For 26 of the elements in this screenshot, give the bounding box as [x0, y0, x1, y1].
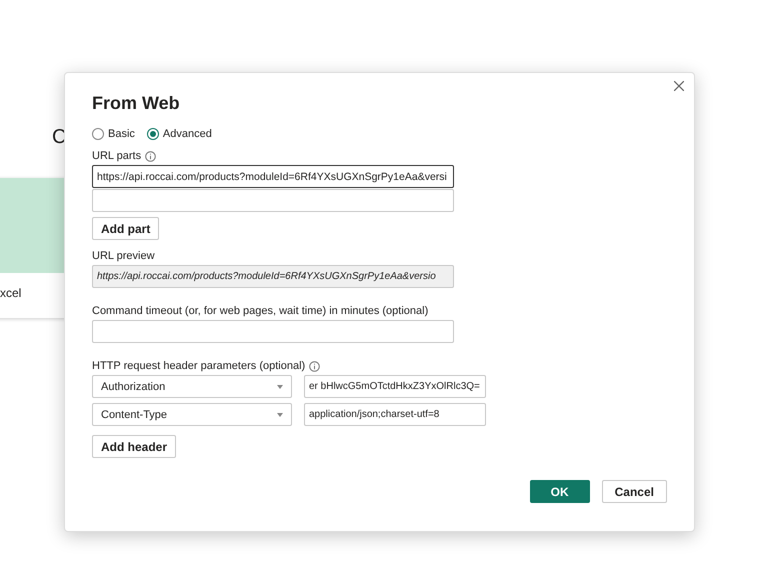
caret-icon: [277, 412, 283, 416]
info-icon: [145, 150, 156, 162]
url-part-field[interactable]: [92, 189, 454, 212]
dialog-title: From Web: [92, 93, 180, 114]
mode-radio[interactable]: Advanced: [146, 128, 212, 140]
caret-icon: [277, 384, 283, 388]
header-value-field[interactable]: er bHlwcG5mOTctdHkxZ3YxOlRlc3Q=: [304, 375, 486, 398]
field-label: HTTP request header parameters (optional): [92, 360, 306, 372]
add-part-button[interactable]: Add part: [92, 217, 160, 240]
field-label: Command timeout (or, for web pages, wait time) in minutes (optional): [92, 305, 428, 317]
field-label: URL parts: [92, 150, 142, 162]
field-label: URL preview: [92, 250, 155, 262]
add-header-button[interactable]: Add header: [92, 435, 176, 458]
cancel-button[interactable]: Cancel: [602, 480, 667, 503]
url-part-field[interactable]: https://api.roccai.com/products?moduleId=6Rf4YXsUGXnSgrPy1eAa&versi: [92, 165, 454, 188]
mode-radio[interactable]: Basic: [92, 128, 135, 140]
header-dropdown[interactable]: Content-Type: [92, 403, 292, 426]
info-icon: [309, 360, 320, 372]
ok-button[interactable]: OK: [530, 480, 590, 503]
header-dropdown[interactable]: Authorization: [92, 375, 292, 398]
header-value-field[interactable]: application/json;charset-utf=8: [304, 403, 486, 426]
radio-label: Basic: [108, 128, 135, 140]
radio-label: Advanced: [162, 128, 212, 140]
close-icon[interactable]: [673, 80, 685, 92]
timeout-field[interactable]: [92, 320, 454, 343]
url-preview-field: https://api.roccai.com/products?moduleId=6Rf4YXsUGXnSgrPy1eAa&versio: [92, 265, 454, 288]
